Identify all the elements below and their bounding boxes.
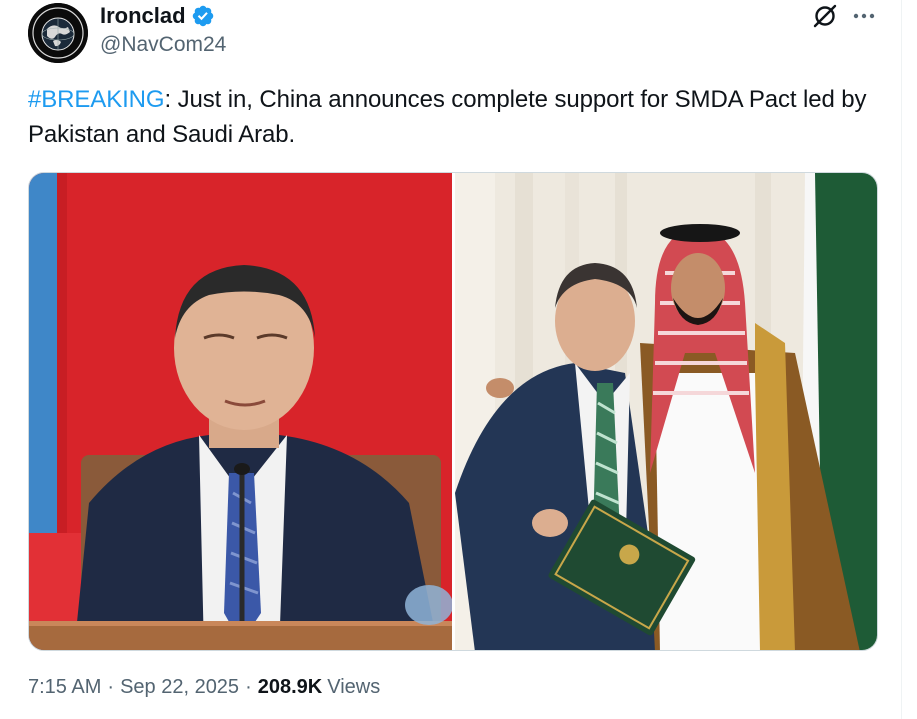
photo-speaker-at-podium[interactable] bbox=[29, 173, 452, 650]
media-grid bbox=[28, 172, 878, 651]
avatar[interactable] bbox=[28, 3, 88, 63]
photo-two-leaders-embrace[interactable] bbox=[455, 173, 877, 650]
tweet-text: #BREAKING: Just in, China announces comp… bbox=[28, 82, 888, 152]
author-handle[interactable]: @NavCom24 bbox=[100, 33, 226, 57]
grok-icon[interactable] bbox=[812, 3, 838, 29]
author-name-row: Ironclad bbox=[100, 1, 215, 31]
more-options-icon[interactable] bbox=[850, 4, 878, 28]
display-name[interactable]: Ironclad bbox=[100, 3, 186, 29]
tweet-card: Ironclad @NavCom24 #BREAKING: Just in, C… bbox=[0, 0, 902, 719]
meta-separator: · bbox=[107, 676, 115, 698]
tweet-time[interactable]: 7:15 AM bbox=[28, 676, 101, 699]
hashtag-link[interactable]: #BREAKING bbox=[28, 86, 165, 113]
tweet-meta: 7:15 AM · Sep 22, 2025 · 208.9K Views bbox=[28, 676, 380, 699]
meta-separator: · bbox=[245, 676, 252, 698]
tweet-date[interactable]: Sep 22, 2025 bbox=[120, 676, 239, 699]
globe-logo-icon bbox=[28, 3, 88, 63]
views-label: Views bbox=[327, 676, 381, 698]
verified-badge-icon bbox=[191, 4, 215, 28]
views-count[interactable]: 208.9K bbox=[258, 676, 323, 699]
